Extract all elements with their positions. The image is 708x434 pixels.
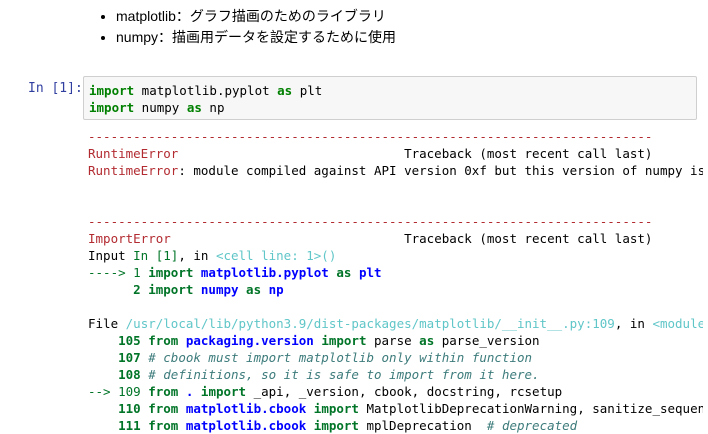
- comment: # definitions, so it is safe to import f…: [148, 367, 540, 382]
- code-text: np: [201, 100, 225, 115]
- separator: ----------------------------------------…: [88, 214, 653, 229]
- cell-ref-link[interactable]: <cell line: 1>(): [216, 248, 336, 263]
- traceback-input: Input In [1], in <cell line: 1>(): [88, 247, 703, 264]
- traceback-label: Traceback (most recent call last): [178, 146, 653, 161]
- code-text: plt: [292, 83, 323, 98]
- error-name: ImportError: [88, 231, 171, 246]
- code-text: matplotlib.pyplot: [134, 83, 278, 98]
- traceback-line: 108 # definitions, so it is safe to impo…: [88, 366, 703, 383]
- line-number: 108: [88, 367, 149, 382]
- traceback-header: RuntimeError Traceback (most recent call…: [88, 145, 703, 162]
- keyword: import: [148, 282, 194, 297]
- input-ref: In [1]: [133, 248, 179, 263]
- module-name: matplotlib.pyplot: [193, 265, 329, 280]
- code-text: _api, _version, cbook, docstring, rcsetu…: [246, 384, 563, 399]
- text: , in: [614, 316, 653, 331]
- separator: ----------------------------------------…: [88, 129, 653, 144]
- code-text: parse: [366, 333, 412, 348]
- keyword: from: [148, 401, 179, 416]
- markdown-list: matplotlib：グラフ描画のためのライブラリ numpy：描画用データを設…: [96, 6, 396, 48]
- line-number: 105: [88, 333, 149, 348]
- traceback-file: File /usr/local/lib/python3.9/dist-packa…: [88, 315, 703, 332]
- traceback-line: ----> 1 import matplotlib.pyplot as plt: [88, 264, 703, 281]
- module-name: matplotlib.cbook: [178, 401, 307, 416]
- keyword: from: [148, 418, 179, 433]
- module-name: numpy: [193, 282, 239, 297]
- traceback-line: 110 from matplotlib.cbook import Matplot…: [88, 400, 703, 417]
- module-ref: <module>: [652, 316, 703, 331]
- traceback-line: 107 # cbook must import matplotlib only …: [88, 349, 703, 366]
- comment: # cbook must import matplotlib only with…: [148, 350, 533, 365]
- line-number: 111: [88, 418, 149, 433]
- list-item: matplotlib：グラフ描画のためのライブラリ: [116, 6, 396, 27]
- line-number: 107: [88, 350, 149, 365]
- module-name: packaging.version: [178, 333, 314, 348]
- error-message: RuntimeError: module compiled against AP…: [88, 162, 703, 179]
- code-line: import numpy as np: [89, 99, 691, 116]
- keyword: import: [89, 100, 135, 115]
- traceback-line: 105 from packaging.version import parse …: [88, 332, 703, 349]
- text: , in: [178, 248, 216, 263]
- alias: plt: [351, 265, 382, 280]
- traceback-line: 2 import numpy as np: [88, 281, 703, 298]
- line-number: 110: [88, 401, 149, 416]
- keyword: as: [186, 100, 202, 115]
- traceback-line: 111 from matplotlib.cbook import mplDepr…: [88, 417, 703, 434]
- code-line: import matplotlib.pyplot as plt: [89, 82, 691, 99]
- traceback-line: --> 109 from . import _api, _version, cb…: [88, 383, 703, 400]
- code-text: MatplotlibDeprecationWarning, sanitize_s…: [358, 401, 703, 416]
- error-text: : module compiled against API version 0x…: [178, 163, 703, 178]
- keyword: from: [148, 333, 179, 348]
- traceback-label: Traceback (most recent call last): [170, 231, 653, 246]
- keyword: as: [238, 282, 262, 297]
- keyword: from: [148, 384, 179, 399]
- keyword: as: [411, 333, 435, 348]
- line-number: 2: [88, 282, 149, 297]
- error-name: RuntimeError: [88, 146, 179, 161]
- error-name: RuntimeError: [88, 163, 179, 178]
- text: File: [88, 316, 126, 331]
- text: Input: [88, 248, 134, 263]
- code-text: parse_version: [434, 333, 540, 348]
- code-text: mplDeprecation: [358, 418, 487, 433]
- input-prompt: In [1]:: [28, 81, 83, 96]
- arrow: --> 109: [88, 384, 149, 399]
- list-item: numpy：描画用データを設定するために使用: [116, 27, 396, 48]
- file-path-link[interactable]: /usr/local/lib/python3.9/dist-packages/m…: [126, 316, 615, 331]
- module-name: matplotlib.cbook: [178, 418, 307, 433]
- keyword: as: [328, 265, 352, 280]
- arrow: ----> 1: [88, 265, 149, 280]
- keyword: import: [313, 333, 367, 348]
- keyword: import: [193, 384, 247, 399]
- code-text: numpy: [134, 100, 187, 115]
- module-name: .: [178, 384, 194, 399]
- keyword: import: [89, 83, 135, 98]
- traceback-header: ImportError Traceback (most recent call …: [88, 230, 703, 247]
- cell-output: ----------------------------------------…: [88, 128, 703, 434]
- code-cell-input[interactable]: import matplotlib.pyplot as plt import nu…: [83, 76, 697, 120]
- keyword: import: [306, 401, 359, 416]
- keyword: import: [306, 418, 359, 433]
- keyword: import: [148, 265, 194, 280]
- alias: np: [261, 282, 284, 297]
- keyword: as: [277, 83, 293, 98]
- comment: # deprecated: [486, 418, 578, 433]
